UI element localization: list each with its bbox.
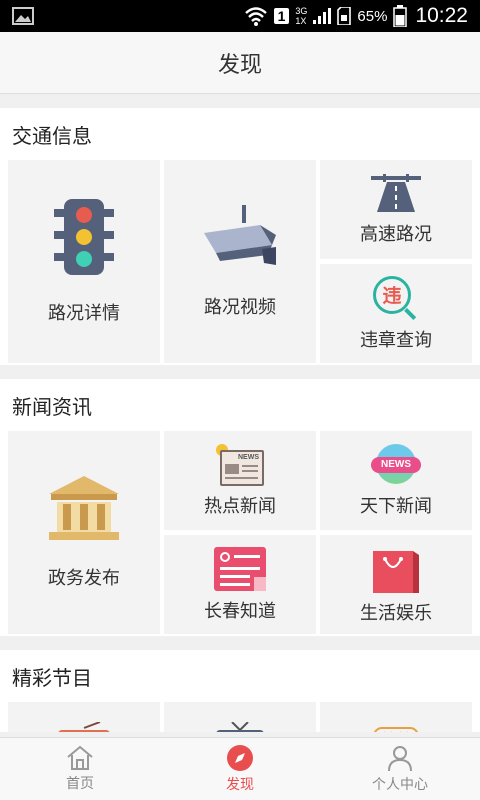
tile-violation-query[interactable]: 违 违章查询 <box>320 264 472 363</box>
tile-highway[interactable]: 高速路况 <box>320 160 472 259</box>
discover-content[interactable]: 交通信息 路况详情 路况视频 高速路况 违 违章查询 新闻资讯 政务发布 NEW… <box>0 94 480 737</box>
battery-percent: 65% <box>357 7 388 25</box>
user-icon <box>388 746 412 772</box>
changchun-know-icon <box>214 546 266 591</box>
tile-label: 违章查询 <box>360 329 432 351</box>
page-title: 发现 <box>217 52 262 78</box>
tile-road-video[interactable]: 路况视频 <box>164 160 316 363</box>
tile-label: 政务发布 <box>48 567 120 589</box>
tile-label: 生活娱乐 <box>360 602 432 624</box>
tab-profile[interactable]: 个人中心 <box>320 738 480 800</box>
programs-grid <box>8 702 472 732</box>
tile-label: 长春知道 <box>204 600 276 622</box>
tile-radio[interactable] <box>8 702 160 732</box>
violation-search-icon: 违 <box>373 275 419 320</box>
section-news: 新闻资讯 政务发布 NEWS 热点新闻 NEWS 天下新闻 长春知道 生活娱乐 <box>0 379 480 636</box>
signal-icon <box>313 8 332 24</box>
tile-gov-release[interactable]: 政务发布 <box>8 431 160 634</box>
network-type: 3G 1X <box>295 6 308 26</box>
highway-icon <box>371 173 421 212</box>
bottom-tab-bar: 首页 发现 个人中心 <box>0 737 480 800</box>
camera-icon <box>204 204 276 265</box>
shopping-bag-icon <box>373 550 419 593</box>
world-news-icon: NEWS <box>371 443 421 486</box>
tab-discover[interactable]: 发现 <box>160 738 320 800</box>
header: 发现 <box>0 32 480 94</box>
section-programs: 精彩节目 <box>0 650 480 732</box>
cat-icon <box>373 727 419 732</box>
tile-cat[interactable] <box>320 702 472 732</box>
hot-news-icon: NEWS <box>216 443 264 486</box>
sim-indicator: 1 <box>273 8 290 24</box>
tab-label: 个人中心 <box>372 777 428 793</box>
traffic-grid: 路况详情 路况视频 高速路况 违 违章查询 <box>8 160 472 365</box>
tile-life-entertainment[interactable]: 生活娱乐 <box>320 535 472 634</box>
section-title-news: 新闻资讯 <box>12 394 92 419</box>
tile-label: 高速路况 <box>360 223 432 245</box>
wifi-icon <box>244 7 267 26</box>
tv-icon <box>216 722 264 732</box>
battery-icon <box>393 5 408 27</box>
tile-label: 热点新闻 <box>204 495 276 517</box>
tile-changchun-know[interactable]: 长春知道 <box>164 535 316 634</box>
tile-hot-news[interactable]: NEWS 热点新闻 <box>164 431 316 530</box>
tile-tv[interactable] <box>164 702 316 732</box>
tile-label: 天下新闻 <box>360 495 432 517</box>
news-grid: 政务发布 NEWS 热点新闻 NEWS 天下新闻 长春知道 生活娱乐 <box>8 431 472 636</box>
radio-icon <box>58 722 110 732</box>
compass-icon <box>227 745 253 771</box>
section-title-traffic: 交通信息 <box>12 123 92 148</box>
gallery-icon <box>12 7 34 25</box>
tile-road-details[interactable]: 路况详情 <box>8 160 160 363</box>
status-bar: 1 3G 1X 65% 10:22 <box>0 0 480 32</box>
section-traffic: 交通信息 路况详情 路况视频 高速路况 违 违章查询 <box>0 108 480 365</box>
clock: 10:22 <box>415 4 468 27</box>
tab-label: 发现 <box>226 777 254 793</box>
tile-label: 路况视频 <box>204 296 276 318</box>
government-building-icon <box>49 475 119 540</box>
tab-home[interactable]: 首页 <box>0 738 160 800</box>
tab-label: 首页 <box>66 776 94 792</box>
sd-card-icon <box>337 7 352 25</box>
home-icon <box>67 745 93 770</box>
section-title-programs: 精彩节目 <box>12 665 92 690</box>
traffic-light-icon <box>54 198 114 275</box>
tile-label: 路况详情 <box>48 302 120 324</box>
tile-world-news[interactable]: NEWS 天下新闻 <box>320 431 472 530</box>
